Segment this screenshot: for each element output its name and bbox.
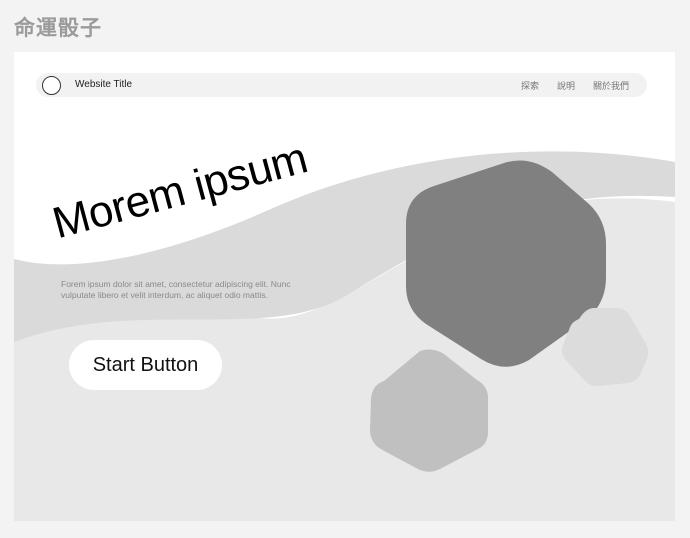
nav-link-help[interactable]: 說明 bbox=[557, 79, 575, 92]
nav-links: 探索 說明 關於我們 bbox=[521, 79, 629, 92]
site-title[interactable]: Website Title bbox=[75, 79, 132, 90]
start-button[interactable]: Start Button bbox=[69, 340, 222, 390]
app-title: 命運骰子 bbox=[14, 16, 102, 40]
logo-circle-icon[interactable] bbox=[42, 76, 61, 95]
hero-body-text: Forem ipsum dolor sit amet, consectetur … bbox=[61, 279, 291, 300]
navbar: Website Title 探索 說明 關於我們 bbox=[36, 73, 647, 97]
nav-link-about[interactable]: 關於我們 bbox=[593, 79, 629, 92]
nav-link-explore[interactable]: 探索 bbox=[521, 79, 539, 92]
hero-canvas: Website Title 探索 說明 關於我們 Morem ipsum For… bbox=[14, 52, 675, 521]
